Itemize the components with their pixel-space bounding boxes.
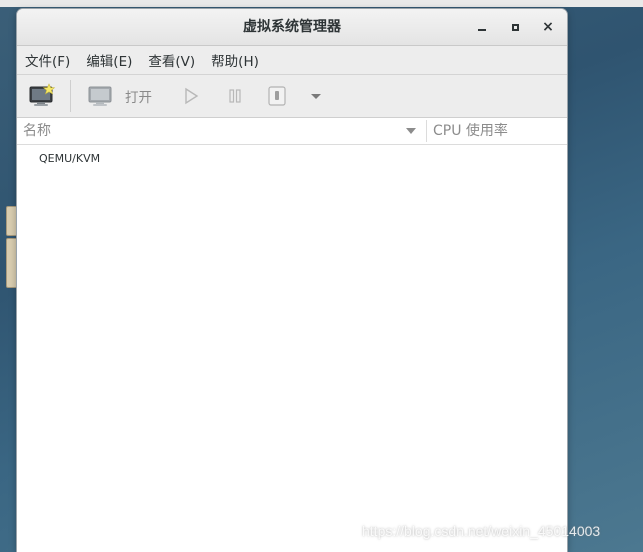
window-title: 虚拟系统管理器 <box>243 19 341 35</box>
connection-list: QEMU/KVM <box>17 145 567 173</box>
shutdown-button[interactable] <box>267 83 287 109</box>
connection-name: QEMU/KVM <box>39 152 101 165</box>
close-icon: × <box>542 19 554 35</box>
sort-chevron-icon[interactable] <box>406 128 416 134</box>
play-icon <box>185 87 199 105</box>
column-cpu-header[interactable]: CPU 使用率 <box>433 118 508 144</box>
pause-button[interactable] <box>226 83 244 109</box>
toolbar-separator <box>70 80 71 112</box>
close-button[interactable]: × <box>538 17 558 37</box>
new-vm-button[interactable] <box>28 83 56 109</box>
menu-help[interactable]: 帮助(H) <box>211 50 259 70</box>
open-label: 打开 <box>125 90 152 106</box>
minimize-icon <box>478 29 486 31</box>
power-icon <box>268 86 286 106</box>
menu-file[interactable]: 文件(F) <box>25 50 70 70</box>
shutdown-menu-button[interactable] <box>309 83 323 109</box>
run-button[interactable] <box>182 83 200 109</box>
menu-edit[interactable]: 编辑(E) <box>86 50 132 70</box>
watermark-text: https://blog.csdn.net/weixin_45014003 <box>362 523 601 539</box>
column-name-header[interactable]: 名称 <box>23 118 51 144</box>
desktop-top-strip <box>0 0 643 7</box>
title-bar[interactable]: 虚拟系统管理器 × <box>17 9 567 46</box>
maximize-icon <box>511 23 519 31</box>
chevron-down-icon <box>311 94 321 99</box>
maximize-button[interactable] <box>505 17 525 37</box>
minimize-button[interactable] <box>472 17 492 37</box>
monitor-star-icon <box>29 83 56 106</box>
menu-bar: 文件(F) 编辑(E) 查看(V) 帮助(H) <box>17 46 567 75</box>
menu-view[interactable]: 查看(V) <box>148 50 195 70</box>
toolbar: 打开 <box>17 75 567 118</box>
open-button[interactable]: 打开 <box>87 83 152 109</box>
virt-manager-window: 虚拟系统管理器 × 文件(F) 编辑(E) 查看(V) 帮助(H) 打开 名称 … <box>17 9 567 552</box>
list-item[interactable]: QEMU/KVM <box>17 145 567 173</box>
list-column-header: 名称 CPU 使用率 <box>17 118 567 145</box>
pause-icon <box>229 89 241 103</box>
column-divider[interactable] <box>426 120 427 142</box>
monitor-icon <box>88 86 112 106</box>
